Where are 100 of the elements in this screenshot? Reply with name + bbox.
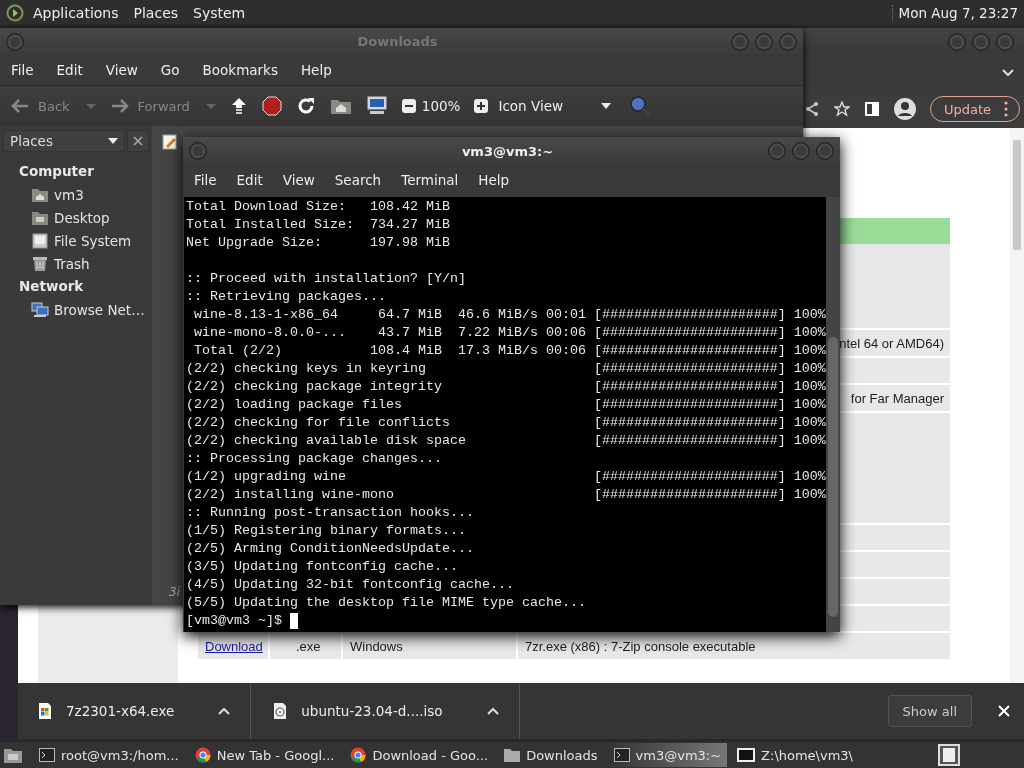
terminal-line: (1/5) Registering binary formats...: [186, 522, 466, 540]
show-desktop-icon[interactable]: [3, 746, 23, 764]
sidebar-mode-dropdown[interactable]: Places: [3, 130, 125, 152]
sidebar-heading: Computer: [18, 162, 95, 181]
sidebar-item[interactable]: Browse Net…: [3, 298, 149, 321]
menu-item[interactable]: Help: [300, 62, 332, 78]
progress-bar-text: [######################]: [593, 432, 786, 450]
percent-text: 100%: [793, 432, 826, 450]
taskbar-button[interactable]: root@vm3:/hom...: [33, 743, 185, 767]
browser-icon: [194, 747, 211, 763]
zoom-out-icon[interactable]: [401, 99, 416, 113]
menu-item[interactable]: View: [105, 62, 138, 78]
back-arrow-icon: [10, 98, 30, 114]
home-folder-icon[interactable]: [329, 97, 352, 115]
sidebar-item[interactable]: vm3: [3, 183, 149, 206]
scrollbar[interactable]: [1010, 128, 1024, 683]
show-all-button[interactable]: Show all: [887, 695, 972, 727]
taskbar-button[interactable]: Z:\home\vm3\: [731, 743, 859, 767]
stop-icon[interactable]: [261, 96, 282, 116]
menu-item[interactable]: Search: [334, 172, 382, 188]
logo-icon[interactable]: [6, 3, 24, 22]
table-cell-text: 7zr.exe (x86) : 7-Zip console executable: [524, 637, 757, 656]
percent-text: 100%: [793, 360, 826, 378]
menu-item[interactable]: File: [194, 172, 217, 188]
menu-item[interactable]: Terminal: [401, 172, 459, 188]
chevron-down-icon[interactable]: [1002, 68, 1014, 77]
panel-menu[interactable]: Applications: [33, 4, 119, 21]
terminal-line: Total (2/2) 108.4 MiB 17.3 MiB/s 00:06: [193, 342, 587, 360]
menu-item[interactable]: View: [282, 172, 315, 188]
sidebar-item[interactable]: Trash: [3, 252, 149, 275]
sidebar-item[interactable]: Desktop: [3, 206, 149, 229]
menu-item[interactable]: Help: [478, 172, 510, 188]
menu-item[interactable]: Edit: [56, 62, 83, 78]
search-icon[interactable]: [629, 95, 651, 117]
shell-prompt: [vm3@vm3 ~]$: [186, 612, 282, 630]
terminal-line: (2/5) Arming ConditionNeedsUpdate...: [186, 540, 474, 558]
forward-arrow-icon: [109, 98, 130, 114]
close-icon: [133, 136, 143, 146]
terminal-line: (2/2) checking for file conflicts: [186, 414, 451, 432]
update-button[interactable]: Update: [929, 96, 1020, 122]
folder-icon: [504, 748, 521, 762]
taskbar-button[interactable]: New Tab - Googl...: [188, 743, 341, 767]
sidebar-item-label: File System: [54, 232, 132, 249]
table-cell-text: ntel 64 or AMD64): [839, 335, 944, 351]
terminal-line: (4/5) Updating 32-bit fontconfig cache...: [186, 576, 514, 594]
scrollbar[interactable]: [826, 197, 840, 632]
download-item[interactable]: 7z2301-x64.exe: [38, 683, 252, 739]
caret-up-icon[interactable]: [218, 707, 231, 715]
menu-item[interactable]: Go: [160, 62, 180, 78]
workspace-icon[interactable]: [938, 744, 960, 766]
close-icon[interactable]: [998, 705, 1010, 717]
installer-file-icon: [38, 703, 52, 719]
taskbar-button[interactable]: Download - Goo...: [344, 743, 495, 767]
close-sidebar-button[interactable]: [127, 130, 149, 152]
avatar-icon[interactable]: [893, 98, 916, 120]
star-icon[interactable]: [833, 101, 850, 117]
folder-icon: [31, 209, 49, 226]
menu-icon[interactable]: [1004, 101, 1008, 117]
terminal-line: (1/2) upgrading wine: [186, 468, 347, 486]
menu-item[interactable]: Bookmarks: [202, 62, 278, 78]
menu-item[interactable]: File: [11, 62, 34, 78]
computer-icon[interactable]: [365, 96, 388, 116]
zoom-in-icon[interactable]: [474, 99, 489, 113]
progress-bar-text: [######################]: [593, 396, 786, 414]
percent-text: 100%: [793, 378, 826, 396]
progress-bar-text: [######################]: [593, 306, 786, 324]
disc-file-icon: [273, 703, 288, 719]
terminal-icon: [39, 748, 55, 762]
percent-text: 100%: [793, 306, 826, 324]
sidebar-item-label: vm3: [54, 186, 84, 203]
percent-text: 100%: [793, 468, 826, 486]
menu-item[interactable]: Edit: [236, 172, 263, 188]
trash-icon: [31, 255, 49, 272]
terminal-line: wine-8.13-1-x86_64 64.7 MiB 46.6 MiB/s 00:01: [193, 306, 587, 324]
text-editor-icon: [162, 134, 178, 150]
percent-text: 100%: [793, 342, 826, 360]
terminal-line: (3/5) Updating fontconfig cache...: [186, 558, 458, 576]
clock[interactable]: Mon Aug 7, 23:27: [891, 4, 1018, 21]
progress-bar-text: [######################]: [593, 342, 786, 360]
side-panel-icon[interactable]: [863, 101, 880, 117]
sidebar-item[interactable]: File System: [3, 229, 149, 252]
percent-text: 100%: [793, 414, 826, 432]
percent-text: 100%: [793, 486, 826, 504]
download-item[interactable]: ubuntu-23.04-d....iso: [273, 683, 520, 739]
view-mode-dropdown[interactable]: Icon View: [494, 98, 615, 114]
percent-text: 100%: [793, 396, 826, 414]
terminal-line: :: Proceed with installation? [Y/n]: [186, 270, 466, 288]
terminal-icon: [613, 748, 630, 762]
sidebar-heading: Network: [18, 277, 85, 296]
panel-menu[interactable]: System: [193, 4, 246, 21]
progress-bar-text: [######################]: [593, 486, 786, 504]
terminal-line: :: Running post-transaction hooks...: [186, 504, 474, 522]
taskbar-button[interactable]: Downloads: [498, 743, 604, 767]
table-cell-text: for Far Manager: [850, 390, 944, 406]
terminal-line: (2/2) checking package integrity: [186, 378, 443, 396]
window-title: vm3@vm3:~: [461, 143, 554, 159]
download-link[interactable]: Download: [205, 638, 263, 654]
caret-up-icon[interactable]: [486, 707, 499, 715]
share-icon[interactable]: [803, 101, 820, 117]
panel-menu[interactable]: Places: [133, 4, 179, 21]
